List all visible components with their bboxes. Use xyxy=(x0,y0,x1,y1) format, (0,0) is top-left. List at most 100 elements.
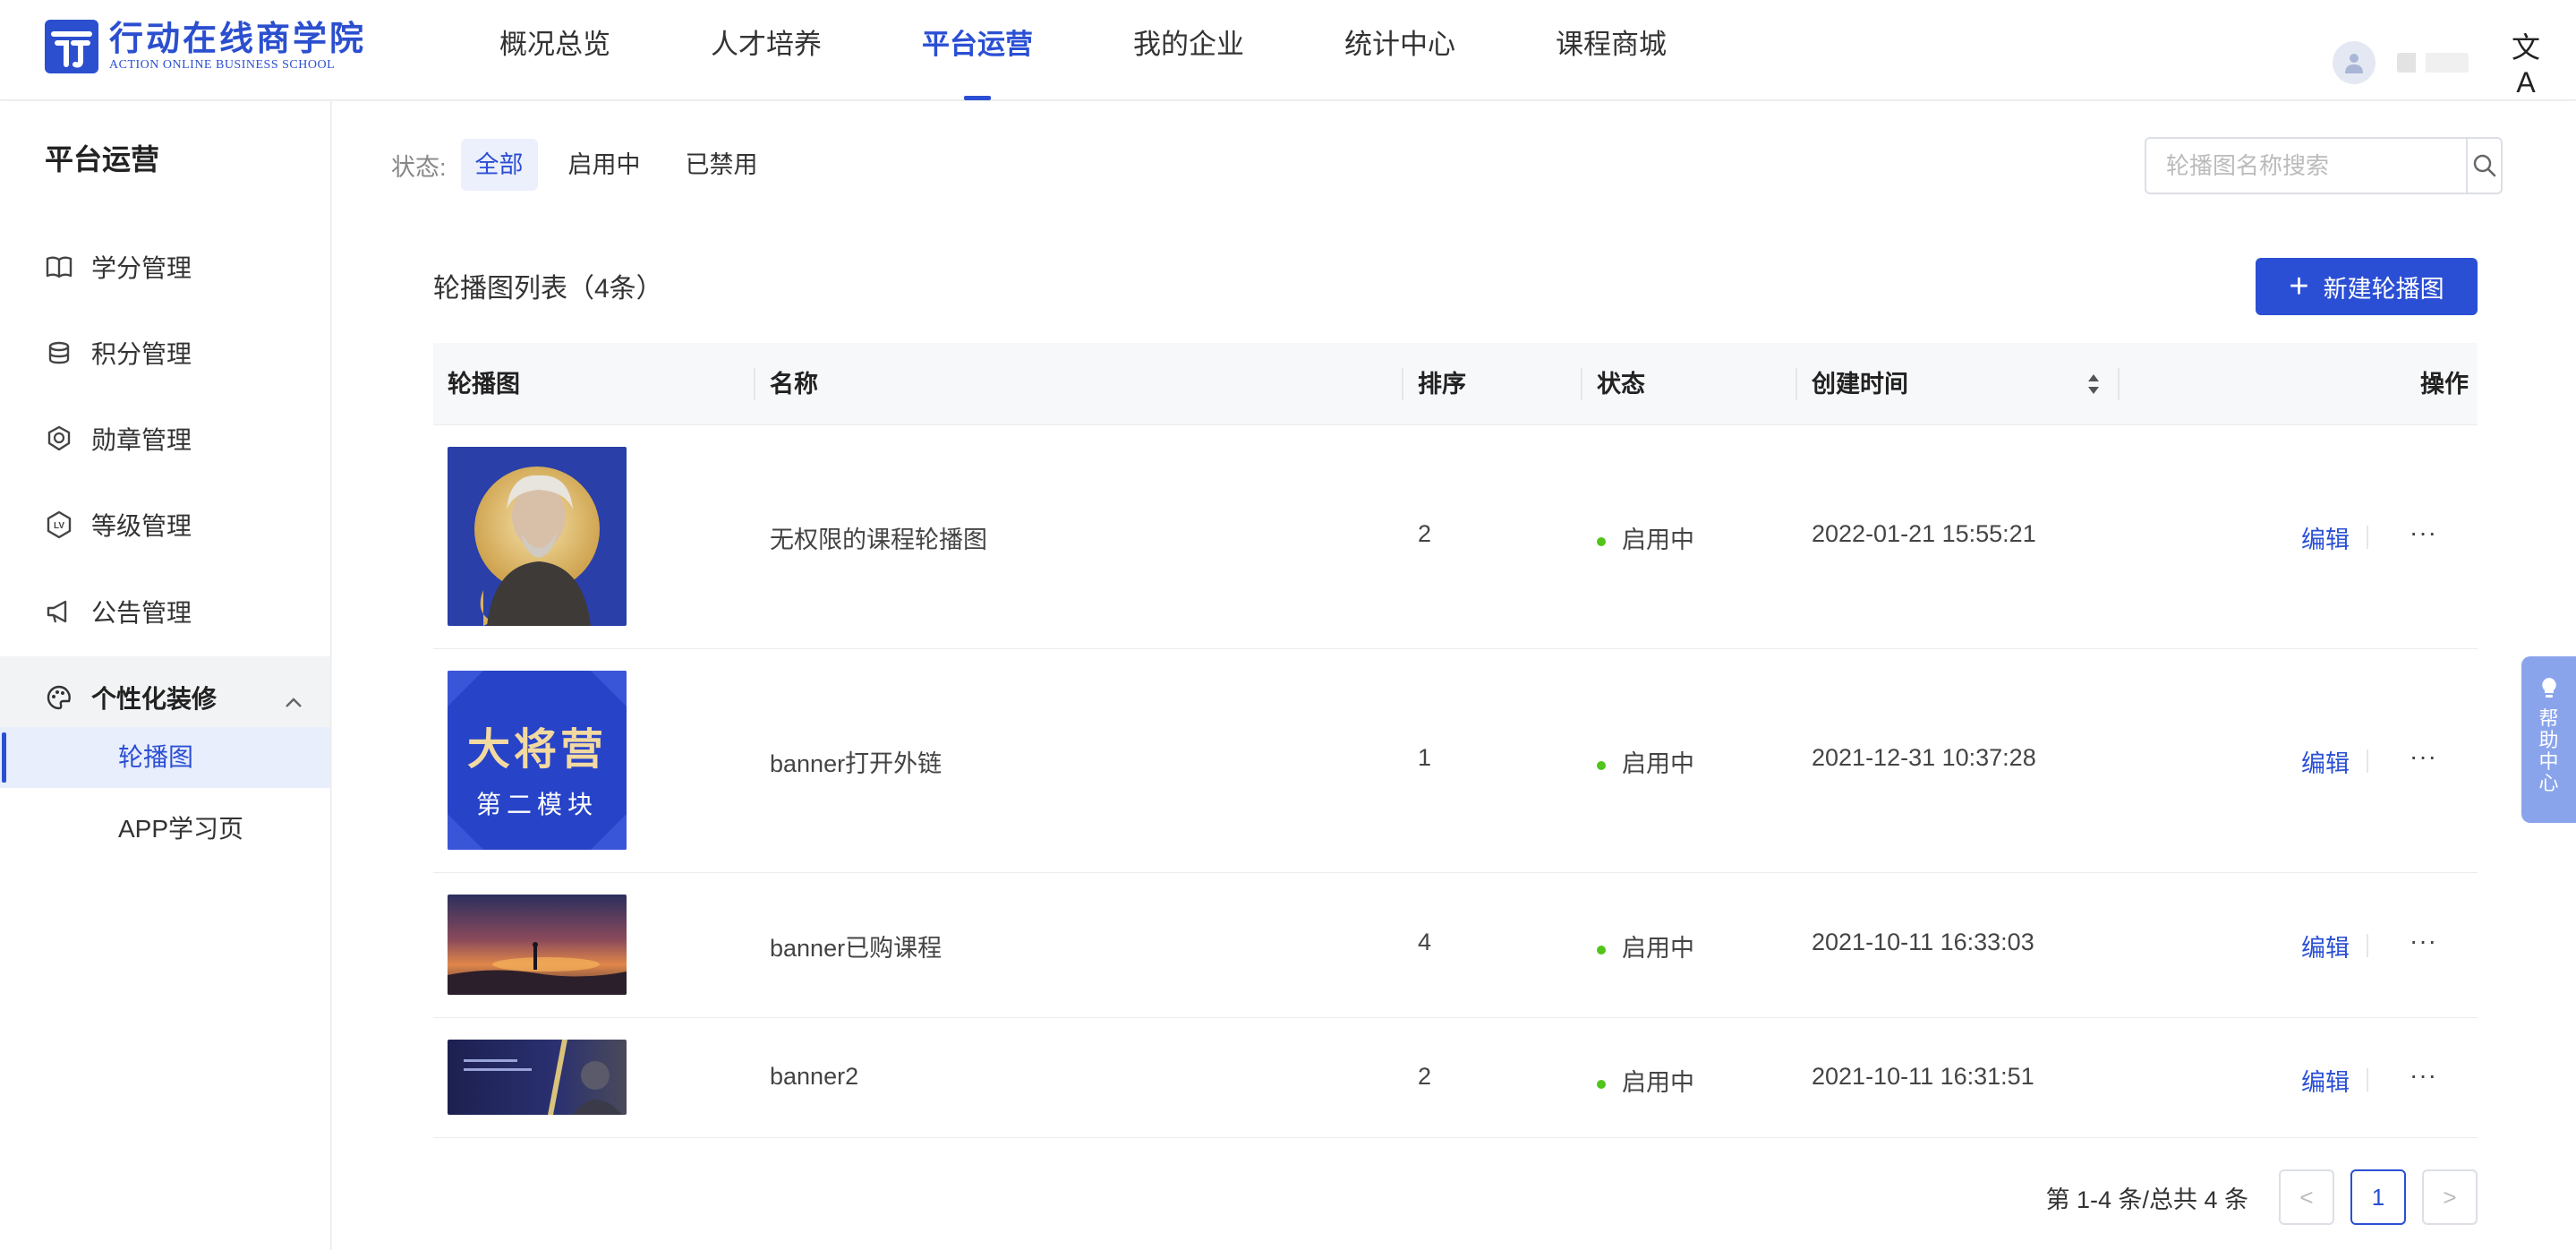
status-dot-icon xyxy=(1597,536,1606,546)
column-divider xyxy=(1581,368,1582,400)
table-row: banner已购课程 4 启用中 2021-10-11 16:33:03 编辑 … xyxy=(433,873,2478,1018)
edit-button[interactable]: 编辑 xyxy=(2301,520,2350,555)
sidebar-item-label: 等级管理 xyxy=(91,512,192,540)
status-dot-icon xyxy=(1597,1079,1606,1089)
row-order: 4 xyxy=(1418,929,1432,955)
pagination-summary: 第 1-4 条/总共 4 条 xyxy=(2045,1186,2248,1213)
more-actions-icon[interactable]: ··· xyxy=(2410,1061,2437,1090)
palette-icon xyxy=(45,683,73,712)
carousel-table: 轮播图 名称 排序 状态 创建时间 操作 无权限的课程轮播图 2 启用中 202… xyxy=(433,343,2478,1138)
search-button[interactable] xyxy=(2466,139,2501,193)
edit-button[interactable]: 编辑 xyxy=(2301,929,2350,963)
action-divider xyxy=(2367,1068,2368,1092)
nav-item-overview[interactable]: 概况总览 xyxy=(499,0,610,100)
column-header-actions: 操作 xyxy=(2420,371,2469,398)
filter-disabled[interactable]: 已禁用 xyxy=(671,139,772,191)
row-name: banner2 xyxy=(770,1063,859,1090)
sidebar-item-label: 积分管理 xyxy=(91,340,192,368)
chevron-right-icon: > xyxy=(2443,1183,2457,1211)
page-1-button[interactable]: 1 xyxy=(2350,1169,2406,1225)
search-input[interactable] xyxy=(2146,139,2466,193)
table-header: 轮播图 名称 排序 状态 创建时间 操作 xyxy=(433,343,2478,425)
edit-button[interactable]: 编辑 xyxy=(2301,744,2350,779)
row-created: 2021-12-31 10:37:28 xyxy=(1812,744,2036,771)
carousel-thumbnail[interactable] xyxy=(448,447,627,626)
row-name: banner打开外链 xyxy=(770,750,943,777)
status-dot-icon xyxy=(1597,945,1606,955)
medal-icon xyxy=(45,424,73,453)
filter-label: 状态: xyxy=(391,153,447,181)
prev-page-button[interactable]: < xyxy=(2279,1169,2334,1225)
sidebar-item-levels[interactable]: LV 等级管理 xyxy=(0,484,330,566)
level-icon: LV xyxy=(45,510,73,539)
megaphone-icon xyxy=(45,597,73,626)
help-center-label: 帮助中心 xyxy=(2538,707,2559,794)
new-carousel-button[interactable]: + 新建轮播图 xyxy=(2256,258,2478,315)
nav-item-enterprise[interactable]: 我的企业 xyxy=(1133,0,1244,100)
sidebar-subitem-app-study-page[interactable]: APP学习页 xyxy=(0,799,330,860)
more-actions-icon[interactable]: ··· xyxy=(2410,518,2437,547)
column-divider xyxy=(2118,368,2120,400)
pagination: 第 1-4 条/总共 4 条 < 1 > xyxy=(2045,1169,2478,1225)
row-created: 2021-10-11 16:31:51 xyxy=(1812,1063,2034,1090)
carousel-thumbnail[interactable]: 大将营 第二模块 xyxy=(448,671,627,850)
sort-icon[interactable] xyxy=(2086,372,2102,401)
sidebar-item-credits[interactable]: 学分管理 xyxy=(0,226,330,308)
sidebar-item-label: 学分管理 xyxy=(91,254,192,282)
brand-logo[interactable]: 行动在线商学院 ACTION ONLINE BUSINESS SCHOOL xyxy=(45,20,366,73)
row-name: banner已购课程 xyxy=(770,935,943,962)
nav-item-operations[interactable]: 平台运营 xyxy=(922,0,1033,100)
nav-item-statistics[interactable]: 统计中心 xyxy=(1344,0,1455,100)
more-actions-icon[interactable]: ··· xyxy=(2410,742,2437,771)
new-carousel-label: 新建轮播图 xyxy=(2323,275,2444,303)
row-status: 启用中 xyxy=(1597,929,1694,963)
row-created: 2021-10-11 16:33:03 xyxy=(1812,929,2034,955)
column-header-order: 排序 xyxy=(1418,371,1466,398)
row-order: 2 xyxy=(1418,520,1432,547)
column-divider xyxy=(1796,368,1797,400)
column-header-image: 轮播图 xyxy=(448,371,520,398)
carousel-thumbnail[interactable] xyxy=(448,1040,627,1115)
sidebar-item-medals[interactable]: 勋章管理 xyxy=(0,398,330,480)
column-header-created: 创建时间 xyxy=(1812,371,1908,398)
row-status-text: 启用中 xyxy=(1622,935,1694,962)
row-status: 启用中 xyxy=(1597,1063,1694,1098)
sidebar-item-points[interactable]: 积分管理 xyxy=(0,312,330,394)
column-divider xyxy=(1402,368,1403,400)
thumbnail-headline: 大将营 xyxy=(466,724,607,775)
lightbulb-icon xyxy=(2541,678,2556,698)
row-status: 启用中 xyxy=(1597,744,1694,779)
user-name-redacted[interactable] xyxy=(2397,52,2469,73)
action-divider xyxy=(2367,934,2368,957)
row-status-text: 启用中 xyxy=(1622,750,1694,777)
avatar[interactable] xyxy=(2333,40,2376,84)
help-center-tab[interactable]: 帮助中心 xyxy=(2521,656,2576,823)
main-content: 状态: 全部 启用中 已禁用 轮播图列表（4条） + 新建轮播图 轮播图 名称 … xyxy=(332,101,2576,1250)
search-box xyxy=(2145,137,2503,194)
next-page-button[interactable]: > xyxy=(2422,1169,2478,1225)
sidebar-title: 平台运营 xyxy=(45,143,160,176)
row-order: 2 xyxy=(1418,1063,1432,1090)
sidebar-subitem-carousel[interactable]: 轮播图 xyxy=(0,727,330,788)
nav-item-talent[interactable]: 人才培养 xyxy=(711,0,822,100)
sidebar: 平台运营 学分管理 积分管理 勋章管理 LV 等级管理 公告管理 个性化装修 轮… xyxy=(0,101,331,1250)
nav-item-course-mall[interactable]: 课程商城 xyxy=(1556,0,1667,100)
table-row: 大将营 第二模块 banner打开外链 1 启用中 2021-12-31 10:… xyxy=(433,649,2478,873)
filter-enabled[interactable]: 启用中 xyxy=(554,139,655,191)
filter-all[interactable]: 全部 xyxy=(460,139,538,191)
edit-button[interactable]: 编辑 xyxy=(2301,1063,2350,1098)
thumbnail-subline: 第二模块 xyxy=(475,791,598,818)
brand-name-cn: 行动在线商学院 xyxy=(109,18,367,58)
main-nav: 概况总览 人才培养 平台运营 我的企业 统计中心 课程商城 xyxy=(499,0,1767,100)
language-switch-icon[interactable]: 文A xyxy=(2508,25,2544,99)
status-dot-icon xyxy=(1597,760,1606,770)
carousel-thumbnail[interactable] xyxy=(448,895,627,995)
row-status-text: 启用中 xyxy=(1622,527,1694,553)
sidebar-item-announcements[interactable]: 公告管理 xyxy=(0,570,330,653)
chevron-up-icon xyxy=(284,687,303,715)
chevron-left-icon: < xyxy=(2299,1183,2314,1211)
more-actions-icon[interactable]: ··· xyxy=(2410,927,2437,955)
table-row: banner2 2 启用中 2021-10-11 16:31:51 编辑 ··· xyxy=(433,1018,2478,1138)
top-header: 行动在线商学院 ACTION ONLINE BUSINESS SCHOOL 概况… xyxy=(0,0,2576,100)
row-name: 无权限的课程轮播图 xyxy=(770,527,987,553)
